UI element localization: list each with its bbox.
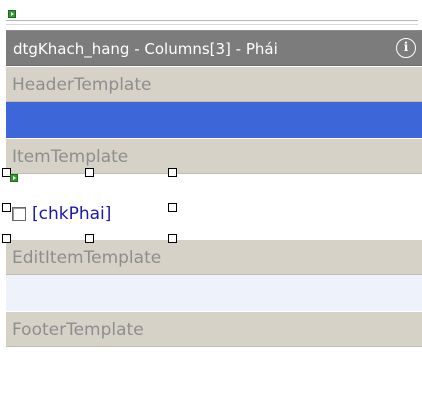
- control-smart-tag-icon[interactable]: [10, 174, 18, 182]
- selection-handle-bottom-right[interactable]: [168, 234, 177, 243]
- selection-handle-middle-left[interactable]: [2, 203, 11, 212]
- chk-phai-checkbox[interactable]: [12, 207, 26, 221]
- footer-template-label: FooterTemplate: [6, 311, 422, 347]
- edit-item-template-area[interactable]: [6, 275, 422, 311]
- selection-handle-middle-right[interactable]: [168, 203, 177, 212]
- item-template-label: ItemTemplate: [6, 138, 422, 174]
- item-template-area[interactable]: [chkPhai]: [2, 168, 422, 243]
- info-icon[interactable]: i: [396, 38, 416, 58]
- selection-handle-top-right[interactable]: [168, 168, 177, 177]
- edit-item-template-label: EditItemTemplate: [6, 239, 422, 275]
- header-template-label: HeaderTemplate: [6, 66, 422, 102]
- selection-handle-bottom-left[interactable]: [2, 234, 11, 243]
- template-panel: dtgKhach_hang - Columns[3] - Phái i Head…: [2, 30, 422, 389]
- top-divider: [6, 20, 418, 21]
- panel-title-bar: dtgKhach_hang - Columns[3] - Phái i: [6, 30, 422, 66]
- selection-handle-bottom-middle[interactable]: [85, 234, 94, 243]
- smart-tag-icon[interactable]: [8, 10, 16, 18]
- template-editor: dtgKhach_hang - Columns[3] - Phái i Head…: [0, 0, 422, 419]
- chk-phai-label: [chkPhai]: [32, 204, 112, 224]
- header-template-area[interactable]: [6, 102, 422, 138]
- panel-title: dtgKhach_hang - Columns[3] - Phái: [13, 40, 278, 58]
- chk-phai-control[interactable]: [chkPhai]: [12, 203, 111, 225]
- selection-handle-top-middle[interactable]: [85, 168, 94, 177]
- footer-template-area[interactable]: [6, 347, 422, 389]
- top-divider-secondary: [6, 24, 418, 25]
